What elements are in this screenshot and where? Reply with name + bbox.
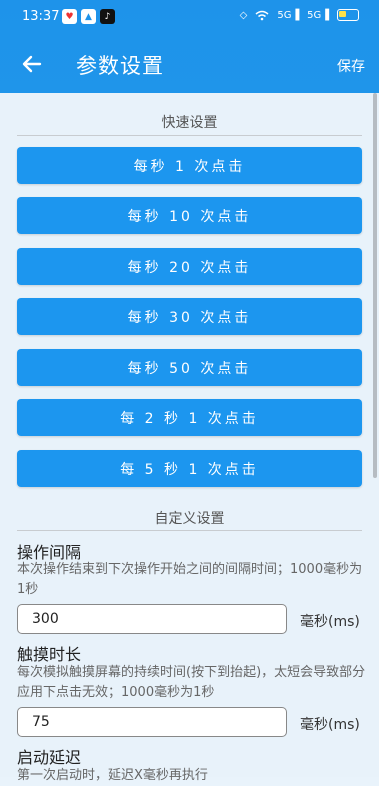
quick-button-20-per-second[interactable]: 每秒 20 次点击 bbox=[17, 248, 362, 285]
signal-2-label: 5G bbox=[307, 9, 322, 21]
tiktok-app-icon: ♪ bbox=[100, 9, 115, 24]
status-bar: 13:37 ♥ ▲ ♪ ◇ 5G▐ 5G▐ bbox=[0, 0, 379, 34]
custom-settings-divider bbox=[17, 530, 362, 531]
quick-button-50-per-second[interactable]: 每秒 50 次点击 bbox=[17, 349, 362, 386]
duration-unit: 毫秒(ms) bbox=[300, 717, 360, 733]
status-time: 13:37 bbox=[22, 9, 60, 24]
interval-description: 本次操作结束到下次操作开始之间的间隔时间；1000毫秒为1秒 bbox=[17, 562, 363, 597]
gallery-app-icon: ▲ bbox=[81, 9, 96, 24]
quick-settings-title: 快速设置 bbox=[161, 115, 218, 131]
scrollbar[interactable] bbox=[373, 93, 377, 478]
status-app-icons: ♥ ▲ ♪ bbox=[62, 9, 115, 24]
duration-description: 每次模拟触摸屏幕的持续时间(按下到抬起)，太短会导致部分应用下点击无效；1000… bbox=[17, 665, 366, 700]
duration-input[interactable] bbox=[17, 707, 287, 737]
page-title: 参数设置 bbox=[76, 54, 164, 78]
wifi-icon bbox=[255, 10, 269, 20]
top-bar: 13:37 ♥ ▲ ♪ ◇ 5G▐ 5G▐ 参数设置 保存 bbox=[0, 0, 379, 93]
quick-button-every-5-seconds[interactable]: 每 5 秒 1 次点击 bbox=[17, 450, 362, 487]
battery-icon bbox=[337, 9, 359, 21]
custom-settings-title: 自定义设置 bbox=[154, 511, 225, 527]
delay-label: 启动延迟 bbox=[17, 748, 82, 767]
quick-settings-divider bbox=[17, 135, 362, 136]
interval-unit: 毫秒(ms) bbox=[300, 614, 360, 630]
quick-button-every-2-seconds[interactable]: 每 2 秒 1 次点击 bbox=[17, 399, 362, 436]
signal-1-icon: 5G▐ bbox=[277, 9, 300, 21]
quick-button-10-per-second[interactable]: 每秒 10 次点击 bbox=[17, 197, 362, 234]
status-right: ◇ 5G▐ 5G▐ bbox=[240, 9, 359, 21]
signal-1-label: 5G bbox=[277, 9, 292, 21]
signal-2-icon: 5G▐ bbox=[307, 9, 329, 21]
app-bar: 参数设置 保存 bbox=[0, 34, 379, 93]
delay-description: 第一次启动时，延迟X毫秒再执行 bbox=[17, 768, 208, 783]
back-arrow-icon[interactable] bbox=[18, 50, 46, 78]
quick-button-30-per-second[interactable]: 每秒 30 次点击 bbox=[17, 298, 362, 335]
interval-input[interactable] bbox=[17, 604, 287, 634]
heart-app-icon: ♥ bbox=[62, 9, 77, 24]
quick-button-1-per-second[interactable]: 每秒 1 次点击 bbox=[17, 147, 362, 184]
save-button[interactable]: 保存 bbox=[337, 56, 365, 76]
vibrate-icon: ◇ bbox=[239, 9, 248, 21]
duration-label: 触摸时长 bbox=[17, 645, 82, 664]
settings-content: 快速设置 每秒 1 次点击 每秒 10 次点击 每秒 20 次点击 每秒 30 … bbox=[0, 93, 379, 783]
